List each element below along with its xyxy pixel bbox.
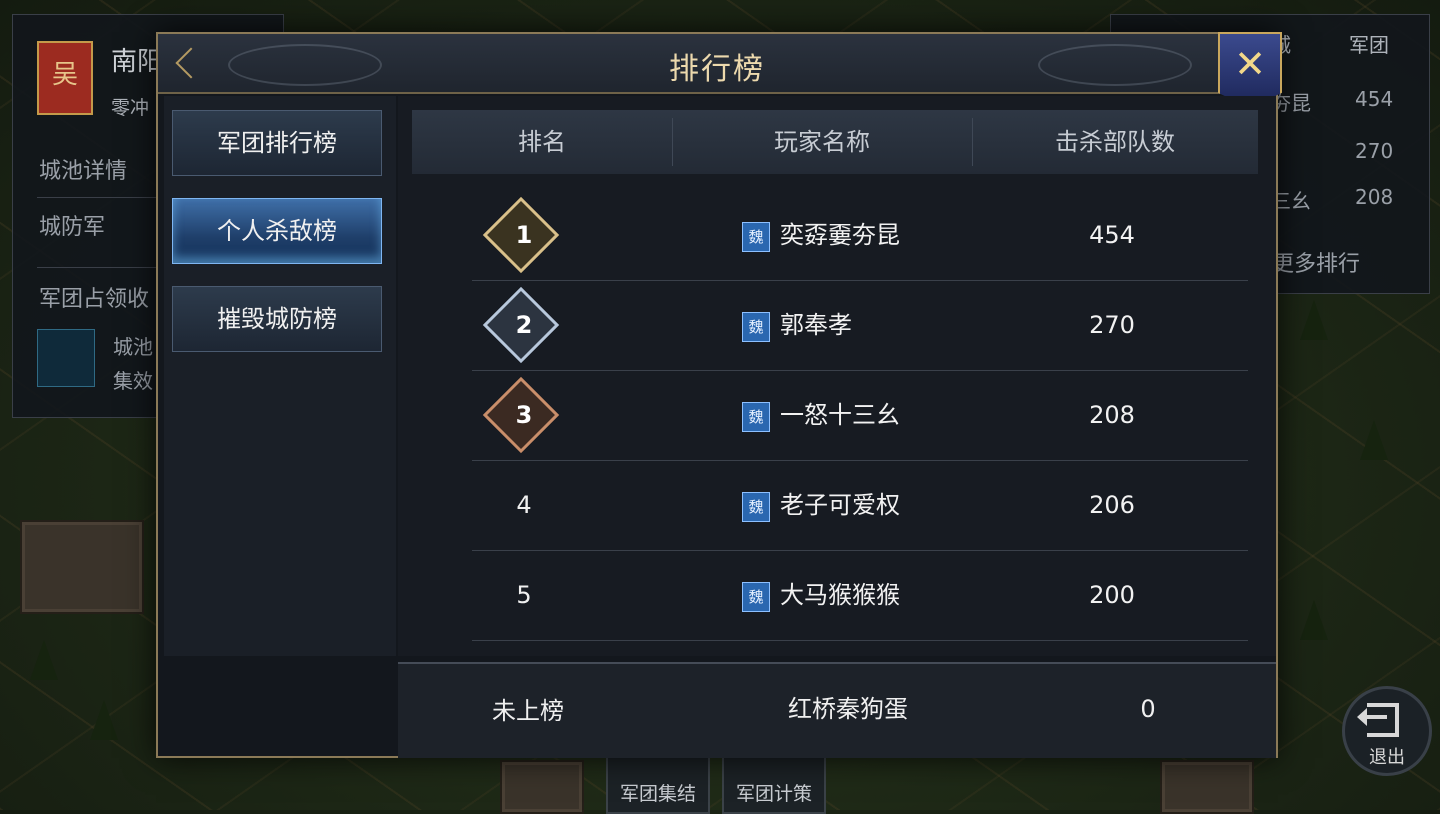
legion-rally-label: 军团集结 <box>619 783 696 805</box>
city-effect-icon <box>37 329 95 387</box>
city-effect-text: 集效 <box>113 369 153 393</box>
tree-decoration <box>1300 300 1328 340</box>
mini-ranking-header: 军团 <box>1349 33 1389 57</box>
legion-rally-button[interactable]: 军团集结 <box>606 752 710 814</box>
column-header-kills: 击杀部队数 <box>1055 128 1175 156</box>
kill-count: 208 <box>1089 401 1135 429</box>
self-rank-row: 未上榜 红桥秦狗蛋 0 <box>398 662 1276 758</box>
table-row[interactable]: 1 魏 奕孬嫑夯昆 454 <box>472 190 1248 281</box>
self-player-name: 红桥秦狗蛋 <box>788 695 908 723</box>
building-decoration <box>1160 760 1254 814</box>
player-name: 老子可爱权 <box>780 491 900 519</box>
mini-ranking-value: 208 <box>1355 185 1394 209</box>
kill-count: 206 <box>1089 491 1135 519</box>
rank-number: 2 <box>515 311 533 339</box>
legion-strategy-button[interactable]: 军团计策 <box>722 752 826 814</box>
column-header-player: 玩家名称 <box>774 128 870 156</box>
kill-count: 270 <box>1089 311 1135 339</box>
wei-faction-icon: 魏 <box>742 312 770 342</box>
self-rank: 未上榜 <box>492 697 564 725</box>
exit-arrow-icon <box>1357 708 1387 726</box>
kill-count: 454 <box>1089 221 1135 249</box>
table-row[interactable]: 2 魏 郭奉孝 270 <box>472 280 1248 371</box>
tab-label: 摧毁城防榜 <box>217 305 337 333</box>
player-name: 一怒十三幺 <box>780 401 900 429</box>
table-row[interactable]: 5 魏 大马猴猴猴 200 <box>472 550 1248 641</box>
rank-number: 1 <box>515 221 533 249</box>
column-header-rank: 排名 <box>518 128 566 156</box>
city-effect-text: 城池 <box>113 335 153 359</box>
tree-decoration <box>1300 600 1328 640</box>
city-details-link[interactable]: 城池详情 <box>39 153 127 185</box>
building-decoration <box>20 520 144 614</box>
ranking-table: 排名 玩家名称 击杀部队数 1 魏 奕孬嫑夯昆 454 2 魏 郭奉孝 270 … <box>398 96 1276 656</box>
exit-icon <box>1367 703 1399 737</box>
wei-faction-icon: 魏 <box>742 492 770 522</box>
exit-button[interactable]: 退出 <box>1342 686 1432 776</box>
mini-ranking-value: 270 <box>1355 139 1394 163</box>
player-name: 大马猴猴猴 <box>780 581 900 609</box>
rank-number: 5 <box>516 581 532 609</box>
ranking-dialog: 排行榜 ✕ 军团排行榜 个人杀敌榜 摧毁城防榜 排名 玩家名称 击杀部队数 1 … <box>156 32 1282 758</box>
building-decoration <box>500 760 584 814</box>
tree-decoration <box>30 640 58 680</box>
ranking-tab-sidebar: 军团排行榜 个人杀敌榜 摧毁城防榜 <box>164 96 396 656</box>
wei-faction-icon: 魏 <box>742 222 770 252</box>
table-header: 排名 玩家名称 击杀部队数 <box>412 110 1258 174</box>
wei-faction-icon: 魏 <box>742 582 770 612</box>
kill-count: 200 <box>1089 581 1135 609</box>
tab-destroy-defense[interactable]: 摧毁城防榜 <box>172 286 382 352</box>
exit-label: 退出 <box>1369 747 1405 768</box>
mini-ranking-value: 454 <box>1355 87 1394 111</box>
crossed-swords-close-icon: ✕ <box>1234 42 1266 86</box>
dialog-titlebar: 排行榜 <box>158 34 1276 94</box>
city-defense-link[interactable]: 城防军 <box>39 209 105 241</box>
legion-occupy-link[interactable]: 军团占领收 <box>39 281 149 313</box>
player-name: 奕孬嫑夯昆 <box>780 221 900 249</box>
more-rankings-link[interactable]: 更多排行 <box>1272 246 1360 278</box>
player-name: 郭奉孝 <box>780 311 852 339</box>
city-owner: 零冲 <box>111 97 150 119</box>
faction-banner: 吴 <box>37 41 93 115</box>
rank-number: 4 <box>516 491 532 519</box>
tab-label: 个人杀敌榜 <box>217 217 337 245</box>
tree-decoration <box>1360 420 1388 460</box>
table-row[interactable]: 4 魏 老子可爱权 206 <box>472 460 1248 551</box>
legion-strategy-label: 军团计策 <box>735 783 812 805</box>
tab-personal-kills[interactable]: 个人杀敌榜 <box>172 198 382 264</box>
tree-decoration <box>90 700 118 740</box>
tab-label: 军团排行榜 <box>217 129 337 157</box>
dialog-title: 排行榜 <box>669 52 765 87</box>
tab-legion-ranking[interactable]: 军团排行榜 <box>172 110 382 176</box>
self-kill-count: 0 <box>1140 695 1156 723</box>
rank-number: 3 <box>515 401 533 429</box>
table-row[interactable]: 3 魏 一怒十三幺 208 <box>472 370 1248 461</box>
wei-faction-icon: 魏 <box>742 402 770 432</box>
